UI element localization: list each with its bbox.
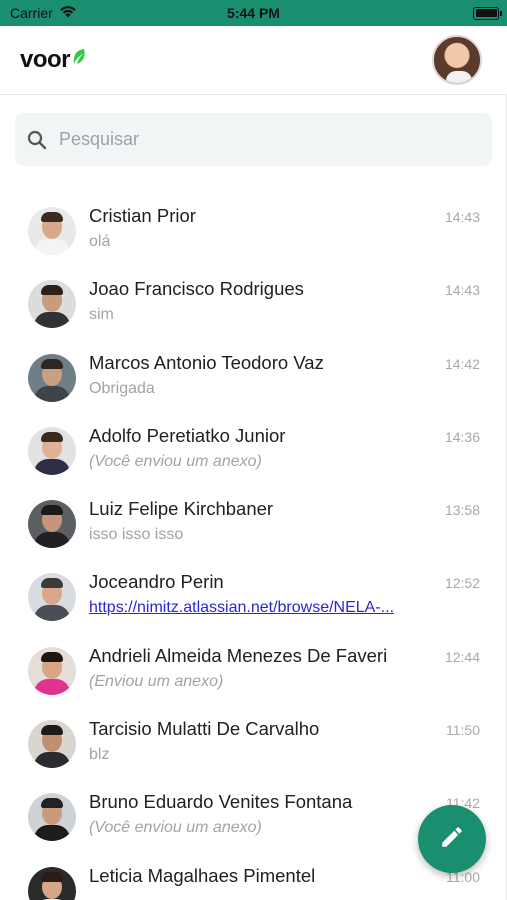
message-time: 12:52: [444, 575, 480, 592]
conversation-item[interactable]: Joceandro Perin https://nimitz.atlassian.…: [0, 544, 506, 622]
voor-logo[interactable]: voor: [20, 46, 87, 74]
avatar-hair: [41, 871, 63, 882]
last-message: (Você enviou um anexo): [89, 819, 262, 837]
pencil-icon: [439, 824, 465, 855]
battery-icon: [473, 6, 502, 20]
avatar-hair: [41, 798, 63, 809]
leaf-icon: [71, 46, 87, 74]
battery-fill: [475, 9, 497, 17]
message-time: 14:42: [444, 355, 480, 372]
profile-avatar[interactable]: [432, 35, 482, 85]
last-message: sim: [89, 306, 114, 324]
contact-name: Andrieli Almeida Menezes De Faveri: [89, 644, 388, 666]
message-time: 14:43: [444, 282, 480, 299]
app-header: voor: [0, 26, 507, 95]
message-time: 13:58: [444, 502, 480, 519]
last-message: isso isso isso: [89, 526, 184, 544]
last-message: (Enviou um anexo): [89, 672, 224, 690]
contact-name: Luiz Felipe Kirchbaner: [89, 498, 274, 520]
contact-avatar: [28, 573, 76, 622]
message-time: 12:44: [444, 648, 480, 665]
last-message: olá: [89, 233, 111, 250]
contact-avatar: [28, 353, 76, 402]
compose-button[interactable]: [418, 805, 486, 873]
conversation-item[interactable]: Andrieli Almeida Menezes De Faveri (Envio…: [0, 618, 506, 695]
contact-avatar: [28, 793, 76, 842]
contact-avatar: [28, 866, 76, 900]
contact-name: Adolfo Peretiatko Junior: [89, 424, 286, 446]
avatar-hair: [41, 358, 63, 369]
avatar-hair: [41, 651, 63, 662]
message-link[interactable]: https://nimitz.atlassian.net/browse/NELA…: [89, 599, 394, 617]
last-message: Obrigada: [89, 379, 155, 397]
carrier-label: Carrier: [10, 5, 53, 21]
status-bar: Carrier 5:44 PM: [0, 0, 507, 26]
search-input[interactable]: [59, 129, 459, 150]
conversation-item[interactable]: Tarcisio Mulatti De Carvalho blz 11:50: [0, 691, 506, 769]
conversation-item[interactable]: Joao Francisco Rodrigues sim 14:43: [0, 251, 506, 329]
conversation-item[interactable]: Marcos Antonio Teodoro Vaz Obrigada 14:42: [0, 325, 506, 402]
contact-name: Marcos Antonio Teodoro Vaz: [89, 351, 324, 373]
conversation-item[interactable]: Cristian Prior olá 14:43: [0, 178, 506, 255]
search-box[interactable]: [15, 113, 492, 166]
contact-avatar: [28, 646, 76, 695]
contact-avatar: [28, 280, 76, 329]
logo-text: voor: [20, 46, 71, 73]
contact-name: Cristian Prior: [89, 205, 196, 226]
contact-avatar: [28, 720, 76, 769]
avatar-hair: [41, 725, 63, 736]
conversation-item[interactable]: Luiz Felipe Kirchbaner isso isso isso 13:5…: [0, 471, 506, 549]
contact-name: Tarcisio Mulatti De Carvalho: [89, 718, 320, 740]
conversation-item[interactable]: Adolfo Peretiatko Junior (Você enviou um …: [0, 398, 506, 475]
search-icon: [27, 130, 47, 150]
avatar-hair: [41, 431, 63, 442]
status-left: Carrier: [10, 5, 77, 21]
conversation-list: Cristian Prior olá 14:43 Joao Francisco Rod…: [0, 178, 506, 900]
contact-name: Joceandro Perin: [89, 571, 224, 593]
avatar-shirt: [446, 71, 472, 83]
contact-avatar: [28, 426, 76, 475]
last-message: (Você enviou um anexo): [89, 452, 262, 470]
contact-name: Leticia Magalhaes Pimentel: [89, 864, 316, 886]
avatar-hair: [41, 212, 63, 222]
contact-name: Bruno Eduardo Venites Fontana: [89, 791, 353, 813]
last-message: blz: [89, 746, 110, 764]
wifi-icon: [59, 5, 77, 21]
contact-name: Joao Francisco Rodrigues: [89, 278, 304, 300]
avatar-hair: [41, 578, 63, 589]
avatar-hair: [41, 285, 63, 296]
message-time: 14:43: [444, 209, 480, 225]
message-time: 14:36: [444, 428, 480, 445]
contact-avatar: [28, 500, 76, 549]
message-time: 11:50: [446, 722, 480, 739]
contact-avatar: [28, 207, 76, 255]
avatar-hair: [41, 505, 63, 516]
